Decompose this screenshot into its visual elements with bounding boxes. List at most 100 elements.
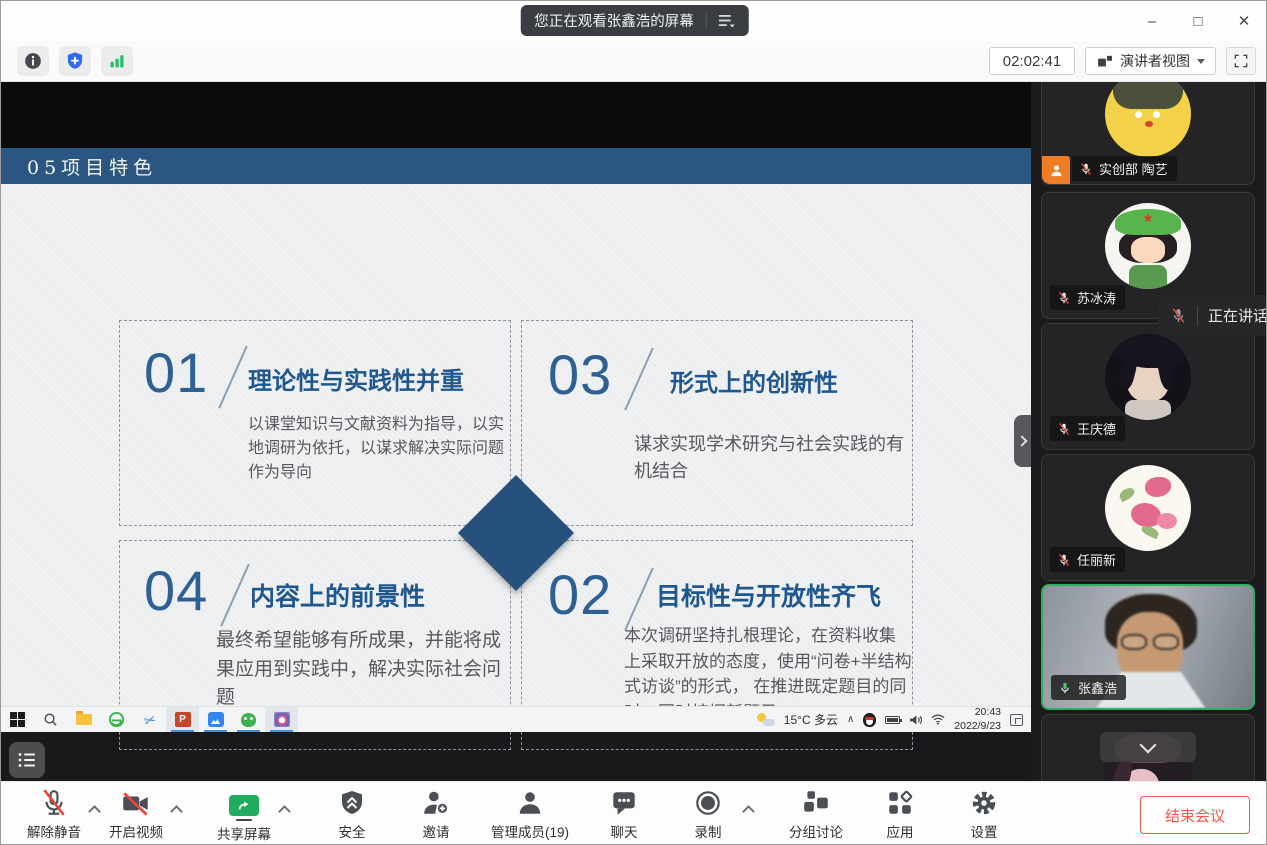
avatar-art: [1129, 265, 1167, 289]
participant-tile-wangqingde[interactable]: 王庆德: [1041, 323, 1255, 450]
hidden-icons-chevron[interactable]: ∧: [847, 714, 854, 725]
manage-members-label: 管理成员(19): [491, 821, 569, 841]
weather-text[interactable]: 15°C 多云: [784, 711, 838, 728]
security-button[interactable]: 安全: [323, 788, 381, 841]
glasses-icon: [1153, 634, 1179, 650]
minimize-button[interactable]: –: [1142, 13, 1162, 30]
mic-muted-icon: [1057, 553, 1071, 567]
share-screen-button[interactable]: 共享屏幕: [215, 786, 273, 843]
unmute-button[interactable]: 解除静音: [25, 788, 83, 841]
avatar: [1105, 334, 1191, 420]
browser-button[interactable]: [100, 707, 133, 732]
fullscreen-button[interactable]: [1226, 47, 1256, 75]
feature-title: 形式上的创新性: [670, 363, 838, 398]
photos-app-button[interactable]: [265, 707, 298, 732]
mic-active-icon: [1058, 681, 1072, 695]
security-shield-button[interactable]: [59, 46, 91, 76]
breakout-rooms-button[interactable]: 分组讨论: [787, 788, 845, 841]
clock[interactable]: 20:43 2022/9/23: [954, 706, 1001, 732]
manage-members-button[interactable]: 管理成员(19): [491, 788, 569, 841]
invite-button[interactable]: 邀请: [407, 788, 465, 841]
folder-icon: [76, 714, 92, 725]
participant-tile-taoyi[interactable]: 实创部 陶艺: [1041, 82, 1255, 185]
audio-options-caret[interactable]: [83, 775, 105, 840]
participant-name-chip: 苏冰涛: [1050, 285, 1125, 310]
green-app-button[interactable]: [232, 707, 265, 732]
apps-button[interactable]: 应用: [871, 788, 929, 841]
mic-muted-icon: [39, 788, 69, 818]
close-button[interactable]: ✕: [1234, 12, 1254, 30]
presenter-outline-button[interactable]: [9, 742, 45, 778]
apps-label: 应用: [887, 821, 914, 841]
meeting-timer: 02:02:41: [989, 47, 1075, 75]
meeting-app-button[interactable]: [199, 707, 232, 732]
chevron-up-icon: [278, 805, 291, 818]
screenshot-tool-button[interactable]: ✂: [133, 707, 166, 732]
view-mode-selector[interactable]: 演讲者视图: [1085, 47, 1216, 75]
toolbar-right: 02:02:41 演讲者视图: [989, 47, 1256, 75]
number-slash: [624, 568, 653, 631]
record-label: 录制: [695, 821, 722, 841]
feature-number: 03: [548, 347, 612, 403]
view-mode-label: 演讲者视图: [1120, 51, 1190, 71]
taskbar-search-button[interactable]: [34, 707, 67, 732]
camera-off-icon: [120, 790, 152, 818]
taskbar-tray: 15°C 多云 ∧ 20:43 2022/9/23: [757, 707, 1031, 732]
search-icon: [43, 712, 58, 727]
record-button[interactable]: 录制: [679, 788, 737, 841]
switch-screen-icon[interactable]: [719, 14, 735, 28]
start-video-button[interactable]: 开启视频: [107, 788, 165, 841]
participant-tile-renlixin[interactable]: 任丽新: [1041, 454, 1255, 581]
windows-logo-icon: [10, 712, 26, 728]
participant-tile-zhangxinhao[interactable]: 张鑫浩: [1041, 584, 1255, 710]
notification-center-icon[interactable]: [1010, 714, 1023, 726]
record-options-caret[interactable]: [737, 775, 759, 840]
battery-icon[interactable]: [885, 716, 900, 724]
chat-button[interactable]: 聊天: [595, 788, 653, 841]
share-screen-icon: [229, 795, 259, 816]
participant-tile-next[interactable]: [1041, 714, 1255, 781]
mic-muted-icon: [1079, 162, 1093, 176]
slide-header-band: 05项目特色: [1, 148, 1031, 184]
participant-name: 张鑫浩: [1078, 678, 1117, 697]
scroll-participants-button[interactable]: [1100, 732, 1196, 762]
feature-box-01: 01 理论性与实践性并重 以课堂知识与文献资料为指导，以实地调研为依托，以谋求解…: [119, 320, 511, 526]
feature-body: 以课堂知识与文献资料为指导，以实地调研为依托，以谋求解决实际问题作为导向: [248, 413, 506, 485]
toolbar-left: [17, 46, 133, 76]
feature-title: 理论性与实践性并重: [248, 361, 464, 396]
scissors-icon: ✂: [142, 711, 157, 728]
wifi-icon[interactable]: [931, 714, 945, 725]
video-options-caret[interactable]: [165, 775, 187, 840]
shared-desktop-taskbar: ✂ P 15°C 多云 ∧: [1, 706, 1031, 732]
avatar-art: [1135, 111, 1142, 118]
volume-icon[interactable]: [909, 714, 922, 726]
meeting-toolbar: 02:02:41 演讲者视图: [1, 41, 1267, 82]
divider: [1197, 306, 1198, 326]
maximize-button[interactable]: □: [1188, 13, 1208, 30]
network-quality-button[interactable]: [101, 46, 133, 76]
viewing-banner[interactable]: 您正在观看张鑫浩的屏幕: [520, 5, 749, 36]
chevron-up-icon: [88, 805, 101, 818]
meeting-info-button[interactable]: [17, 46, 49, 76]
qq-tray-icon[interactable]: [863, 713, 876, 727]
divider: [706, 13, 707, 29]
browser-e-icon: [108, 711, 125, 728]
participant-name-chip: 实创部 陶艺: [1072, 156, 1177, 181]
share-options-caret[interactable]: [273, 775, 295, 840]
meeting-app-icon: [208, 712, 224, 727]
invite-label: 邀请: [423, 821, 450, 841]
participant-name-chip: 任丽新: [1050, 547, 1125, 572]
breakout-squares-icon: [801, 788, 831, 818]
settings-button[interactable]: 设置: [955, 788, 1013, 841]
chat-bubble-icon: [609, 788, 639, 818]
mic-muted-icon: [1057, 422, 1071, 436]
mic-muted-icon: [1057, 291, 1071, 305]
panel-collapse-handle[interactable]: [1014, 415, 1032, 467]
speaking-toast-text: 正在讲话: [1208, 305, 1267, 326]
window-controls: – □ ✕: [1142, 1, 1254, 41]
powerpoint-button[interactable]: P: [166, 707, 199, 732]
clock-time: 20:43: [954, 706, 1001, 719]
end-meeting-button[interactable]: 结束会议: [1140, 796, 1250, 834]
windows-start-button[interactable]: [1, 707, 34, 732]
file-explorer-button[interactable]: [67, 707, 100, 732]
